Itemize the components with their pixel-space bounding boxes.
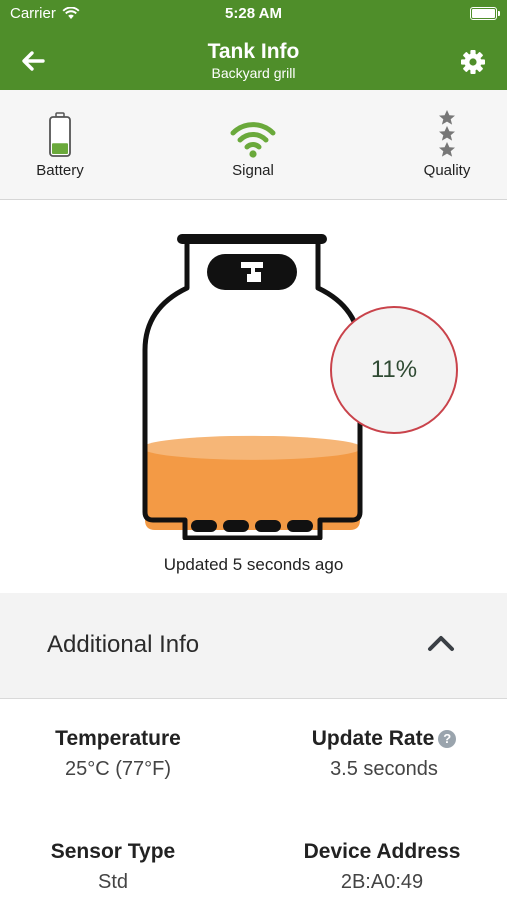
signal-label: Signal: [232, 162, 274, 179]
additional-info-toggle[interactable]: Additional Info: [0, 593, 507, 699]
gear-icon[interactable]: [459, 48, 487, 76]
device-address-item: Device Address 2B:A0:49: [282, 840, 482, 894]
device-address-label: Device Address: [303, 840, 461, 863]
status-time: 5:28 AM: [225, 5, 282, 22]
tank-fill-level: [145, 445, 360, 530]
page-title: Tank Info: [207, 40, 300, 63]
update-rate-item: Update Rate? 3.5 seconds: [284, 727, 484, 781]
page-subtitle: Backyard grill: [211, 65, 296, 81]
tank-gauge: 11% Updated 5 seconds ago: [0, 200, 507, 595]
additional-info-title: Additional Info: [47, 631, 200, 658]
signal-indicator: Signal: [193, 110, 313, 179]
battery-indicator: Battery: [0, 110, 120, 179]
update-rate-value: 3.5 seconds: [330, 758, 438, 780]
update-rate-label: Update Rate: [311, 727, 435, 750]
status-battery-icon: [470, 7, 500, 20]
updated-timestamp: Updated 5 seconds ago: [163, 555, 344, 574]
sensor-type-item: Sensor Type Std: [13, 840, 213, 894]
device-address-value: 2B:A0:49: [340, 871, 424, 893]
tank-fill-surface: [145, 435, 360, 460]
nav-bar: Tank Info Backyard grill: [0, 28, 507, 90]
wifi-signal-icon: [230, 122, 276, 158]
fill-percent: 11%: [370, 356, 418, 383]
temperature-value: 25°C (77°F): [64, 758, 172, 780]
temperature-label: Temperature: [55, 727, 181, 750]
battery-label: Battery: [36, 162, 84, 179]
nav-title-group: Tank Info Backyard grill: [0, 39, 507, 81]
status-bar: Carrier 5:28 AM: [0, 0, 507, 28]
temperature-item: Temperature 25°C (77°F): [18, 727, 218, 781]
chevron-up-icon[interactable]: [427, 633, 455, 653]
sensor-type-value: Std: [97, 871, 129, 893]
battery-icon: [49, 112, 71, 157]
quality-label: Quality: [423, 162, 471, 179]
help-icon[interactable]: ?: [438, 730, 457, 748]
additional-info-details: Temperature 25°C (77°F) Update Rate? 3.5…: [0, 700, 507, 900]
tank-status-strip: Battery Signal Quality: [0, 90, 507, 200]
stars-icon: [439, 110, 455, 157]
quality-indicator: Quality: [387, 110, 507, 179]
sensor-type-label: Sensor Type: [50, 840, 176, 863]
fill-percent-badge: 11%: [330, 306, 458, 434]
update-rate-label-row: Update Rate?: [284, 727, 484, 751]
